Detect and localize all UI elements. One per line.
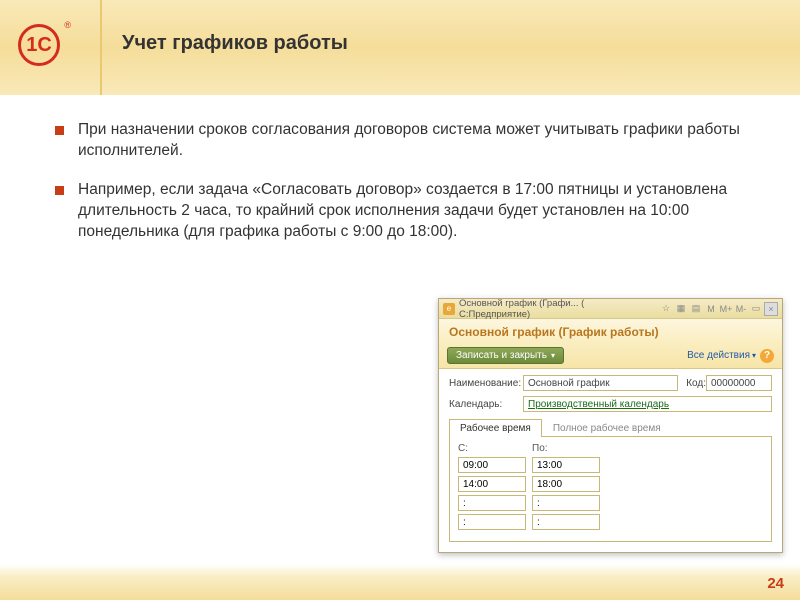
to-input[interactable]: : — [532, 514, 600, 530]
from-input[interactable]: : — [458, 495, 526, 511]
footer-band — [0, 564, 800, 600]
to-input[interactable]: 13:00 — [532, 457, 600, 473]
save-close-label: Записать и закрыть — [456, 350, 547, 361]
to-header: По: — [532, 443, 606, 454]
all-actions-label: Все действия — [687, 350, 750, 361]
from-input[interactable]: 14:00 — [458, 476, 526, 492]
tool-icon[interactable]: ▦ — [674, 302, 688, 316]
from-input[interactable]: : — [458, 514, 526, 530]
to-input[interactable]: 18:00 — [532, 476, 600, 492]
time-row: 14:00 18:00 — [458, 476, 763, 492]
code-label: Код: — [686, 378, 706, 389]
m3-icon[interactable]: M- — [734, 302, 748, 316]
name-row: Наименование: Основной график Код: 00000… — [449, 375, 772, 391]
time-row: : : — [458, 514, 763, 530]
time-row: : : — [458, 495, 763, 511]
app-window: e Основной график (Графи... ( С:Предприя… — [438, 298, 783, 553]
bullet-text: При назначении сроков согласования догов… — [78, 120, 770, 162]
bullet-item: Например, если задача «Согласовать догов… — [55, 180, 770, 243]
calc-icon[interactable]: ▤ — [689, 302, 703, 316]
window-title: Основной график (Графи... ( С:Предприяти… — [459, 298, 658, 320]
calendar-row: Календарь: Производственный календарь — [449, 396, 772, 412]
logo-1c-icon: 1С — [18, 24, 60, 66]
name-input[interactable]: Основной график — [523, 375, 678, 391]
all-actions-link[interactable]: Все действия ▾ — [687, 350, 756, 361]
form-toolbar: Записать и закрыть ▾ Все действия ▾ ? — [439, 343, 782, 369]
calendar-label: Календарь: — [449, 399, 523, 410]
from-header: С: — [458, 443, 532, 454]
slide-title: Учет графиков работы — [122, 32, 348, 55]
slide-content: При назначении сроков согласования догов… — [55, 120, 770, 261]
bullet-marker-icon — [55, 126, 64, 135]
minimize-icon[interactable]: ▭ — [749, 302, 763, 316]
tab-full-time[interactable]: Полное рабочее время — [542, 419, 672, 437]
code-input[interactable]: 00000000 — [706, 375, 772, 391]
form-body: Наименование: Основной график Код: 00000… — [439, 369, 782, 552]
bullet-item: При назначении сроков согласования догов… — [55, 120, 770, 162]
app-titlebar: e Основной график (Графи... ( С:Предприя… — [439, 299, 782, 319]
name-label: Наименование: — [449, 378, 523, 389]
to-input[interactable]: : — [532, 495, 600, 511]
m-icon[interactable]: M — [704, 302, 718, 316]
help-icon[interactable]: ? — [760, 349, 774, 363]
time-header: С: По: — [458, 443, 763, 454]
bullet-marker-icon — [55, 186, 64, 195]
page-number: 24 — [767, 575, 784, 592]
tab-bar: Рабочее время Полное рабочее время — [449, 418, 772, 437]
logo: ® 1С — [18, 18, 73, 73]
header-divider — [100, 0, 102, 95]
app-icon: e — [443, 303, 455, 315]
calendar-input[interactable]: Производственный календарь — [523, 396, 772, 412]
tab-work-time[interactable]: Рабочее время — [449, 419, 542, 437]
favorite-icon[interactable]: ☆ — [659, 302, 673, 316]
logo-registered: ® — [64, 20, 71, 30]
form-header: Основной график (График работы) — [439, 319, 782, 343]
header-band — [0, 0, 800, 95]
dropdown-icon: ▾ — [752, 351, 756, 360]
time-row: 09:00 13:00 — [458, 457, 763, 473]
dropdown-icon: ▾ — [551, 351, 555, 360]
save-close-button[interactable]: Записать и закрыть ▾ — [447, 347, 564, 364]
bullet-text: Например, если задача «Согласовать догов… — [78, 180, 770, 243]
from-input[interactable]: 09:00 — [458, 457, 526, 473]
m2-icon[interactable]: M+ — [719, 302, 733, 316]
close-icon[interactable]: × — [764, 302, 778, 316]
tab-content: С: По: 09:00 13:00 14:00 18:00 : : : : — [449, 437, 772, 542]
